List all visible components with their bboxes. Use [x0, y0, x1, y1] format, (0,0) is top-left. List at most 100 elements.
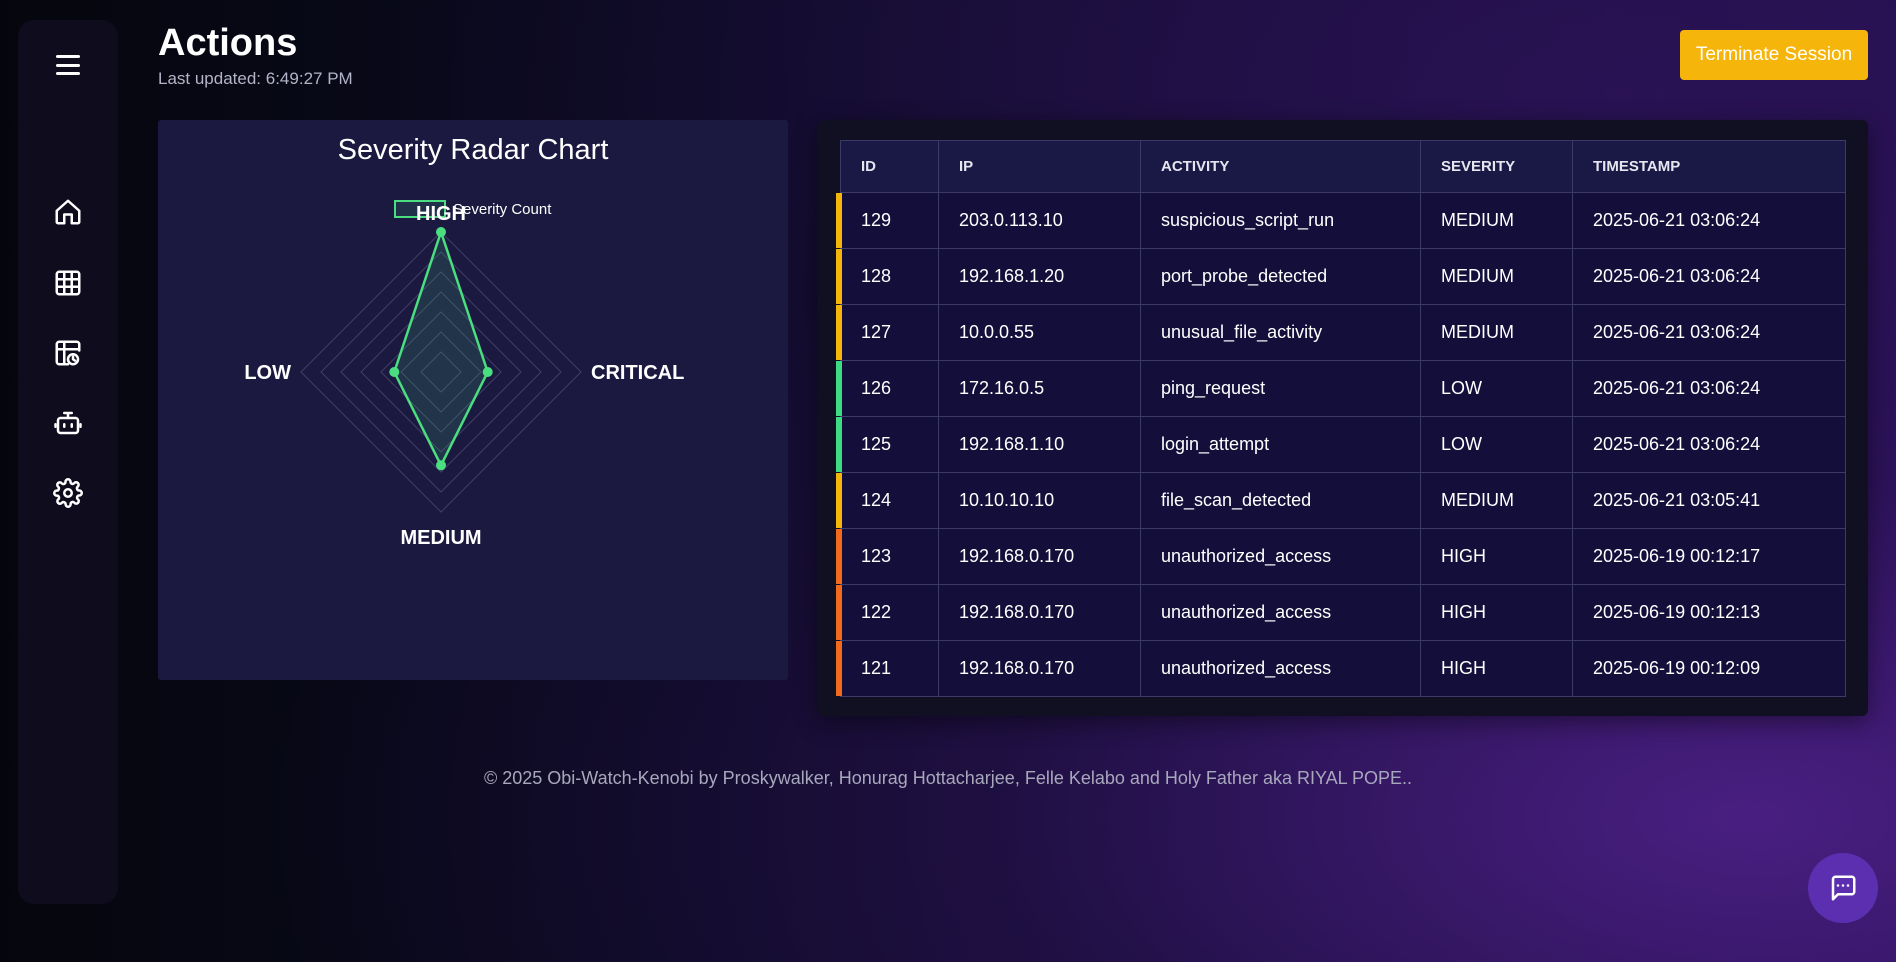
- severity-indicator-bar: [836, 585, 842, 640]
- cell-ip: 10.10.10.10: [938, 472, 1141, 529]
- cell-ip: 172.16.0.5: [938, 360, 1141, 417]
- cell-id: 122: [836, 584, 939, 641]
- home-icon[interactable]: [50, 194, 86, 230]
- severity-indicator-bar: [836, 249, 842, 304]
- cell-ip: 192.168.1.10: [938, 416, 1141, 473]
- radar-series-area: [392, 228, 490, 469]
- cell-severity: HIGH: [1420, 584, 1573, 641]
- cell-id-text: 121: [861, 658, 892, 678]
- cell-id-text: 127: [861, 322, 892, 342]
- column-header-id: ID: [840, 140, 939, 193]
- cell-timestamp: 2025-06-19 00:12:13: [1572, 584, 1846, 641]
- cell-severity: MEDIUM: [1420, 472, 1573, 529]
- table-header-row: ID IP ACTIVITY SEVERITY TIMESTAMP: [840, 140, 1846, 193]
- cell-id-text: 126: [861, 378, 892, 398]
- column-header-severity: SEVERITY: [1420, 140, 1573, 193]
- cell-id: 129: [836, 192, 939, 249]
- chat-button[interactable]: [1808, 853, 1878, 923]
- cell-severity: HIGH: [1420, 528, 1573, 585]
- cell-id: 123: [836, 528, 939, 585]
- severity-radar-chart: HIGH CRITICAL MEDIUM LOW: [244, 203, 684, 549]
- cell-id: 126: [836, 360, 939, 417]
- table-row[interactable]: 123 192.168.0.170 unauthorized_access HIGH 2…: [836, 528, 1846, 585]
- cell-id: 125: [836, 416, 939, 473]
- column-header-activity: ACTIVITY: [1140, 140, 1421, 193]
- cell-severity: MEDIUM: [1420, 192, 1573, 249]
- radar-axis-label: HIGH: [416, 203, 466, 225]
- severity-indicator-bar: [836, 193, 842, 248]
- severity-indicator-bar: [836, 417, 842, 472]
- cell-severity: LOW: [1420, 416, 1573, 473]
- radar-axis-label: LOW: [244, 362, 291, 384]
- radar-data-point[interactable]: [482, 367, 493, 377]
- gear-icon[interactable]: [50, 475, 86, 511]
- robot-icon[interactable]: [50, 405, 86, 441]
- radar-axis-label: MEDIUM: [400, 527, 481, 549]
- severity-indicator-bar: [836, 641, 842, 696]
- severity-indicator-bar: [836, 473, 842, 528]
- severity-indicator-bar: [836, 529, 842, 584]
- cell-ip: 192.168.1.20: [938, 248, 1141, 305]
- severity-indicator-bar: [836, 361, 842, 416]
- menu-icon[interactable]: [54, 52, 82, 78]
- table-row[interactable]: 127 10.0.0.55 unusual_file_activity MEDIUM 2…: [836, 304, 1846, 361]
- cell-id: 121: [836, 640, 939, 697]
- cell-ip: 192.168.0.170: [938, 640, 1141, 697]
- cell-ip: 192.168.0.170: [938, 528, 1141, 585]
- cell-timestamp: 2025-06-21 03:06:24: [1572, 248, 1846, 305]
- cell-ip: 192.168.0.170: [938, 584, 1141, 641]
- table-row[interactable]: 122 192.168.0.170 unauthorized_access HIGH 2…: [836, 584, 1846, 641]
- cell-activity: unauthorized_access: [1140, 640, 1421, 697]
- radar-data-point[interactable]: [436, 460, 446, 471]
- actions-table: ID IP ACTIVITY SEVERITY TIMESTAMP 129 203…: [836, 140, 1846, 697]
- cell-timestamp: 2025-06-21 03:06:24: [1572, 304, 1846, 361]
- cell-activity: login_attempt: [1140, 416, 1421, 473]
- chart-panel: Severity Radar Chart Severity Count HIGH…: [158, 120, 788, 680]
- chat-icon: [1831, 875, 1856, 901]
- cell-id: 128: [836, 248, 939, 305]
- cell-timestamp: 2025-06-19 00:12:17: [1572, 528, 1846, 585]
- cell-activity: unauthorized_access: [1140, 584, 1421, 641]
- table-row[interactable]: 128 192.168.1.20 port_probe_detected MEDIUM…: [836, 248, 1846, 305]
- cell-timestamp: 2025-06-21 03:05:41: [1572, 472, 1846, 529]
- table-row[interactable]: 124 10.10.10.10 file_scan_detected MEDIUM 20…: [836, 472, 1846, 529]
- cell-id: 124: [836, 472, 939, 529]
- terminate-session-button[interactable]: Terminate Session: [1680, 30, 1868, 80]
- cell-id-text: 128: [861, 266, 892, 286]
- cell-severity: LOW: [1420, 360, 1573, 417]
- cell-timestamp: 2025-06-19 00:12:09: [1572, 640, 1846, 697]
- cell-activity: port_probe_detected: [1140, 248, 1421, 305]
- cell-id-text: 124: [861, 490, 892, 510]
- cell-id-text: 129: [861, 210, 892, 230]
- page-title: Actions: [158, 22, 298, 64]
- cell-activity: ping_request: [1140, 360, 1421, 417]
- cell-ip: 10.0.0.55: [938, 304, 1141, 361]
- cell-timestamp: 2025-06-21 03:06:24: [1572, 192, 1846, 249]
- table-row[interactable]: 129 203.0.113.10 suspicious_script_run MEDI…: [836, 192, 1846, 249]
- radar-data-point[interactable]: [436, 227, 446, 237]
- column-header-timestamp: TIMESTAMP: [1572, 140, 1846, 193]
- severity-indicator-bar: [836, 305, 842, 360]
- grid-icon[interactable]: [50, 265, 86, 301]
- cell-id-text: 125: [861, 434, 892, 454]
- cell-id-text: 122: [861, 602, 892, 622]
- radar-axis-label: CRITICAL: [591, 362, 684, 384]
- table-row[interactable]: 125 192.168.1.10 login_attempt LOW 2025-06-2…: [836, 416, 1846, 473]
- cell-timestamp: 2025-06-21 03:06:24: [1572, 416, 1846, 473]
- cell-severity: MEDIUM: [1420, 304, 1573, 361]
- cell-activity: unauthorized_access: [1140, 528, 1421, 585]
- footer-text: © 2025 Obi-Watch-Kenobi by Proskywalker,…: [483, 768, 1413, 788]
- cell-ip: 203.0.113.10: [938, 192, 1141, 249]
- table-row[interactable]: 121 192.168.0.170 unauthorized_access HIGH 2…: [836, 640, 1846, 697]
- report-icon[interactable]: [50, 335, 86, 371]
- cell-id-text: 123: [861, 546, 892, 566]
- cell-severity: MEDIUM: [1420, 248, 1573, 305]
- cell-activity: suspicious_script_run: [1140, 192, 1421, 249]
- cell-id: 127: [836, 304, 939, 361]
- cell-timestamp: 2025-06-21 03:06:24: [1572, 360, 1846, 417]
- cell-severity: HIGH: [1420, 640, 1573, 697]
- last-updated-text: Last updated: 6:49:27 PM: [158, 69, 353, 88]
- table-row[interactable]: 126 172.16.0.5 ping_request LOW 2025-06-21 0…: [836, 360, 1846, 417]
- radar-data-point[interactable]: [389, 367, 400, 377]
- table-panel: ID IP ACTIVITY SEVERITY TIMESTAMP 129 203…: [818, 120, 1868, 716]
